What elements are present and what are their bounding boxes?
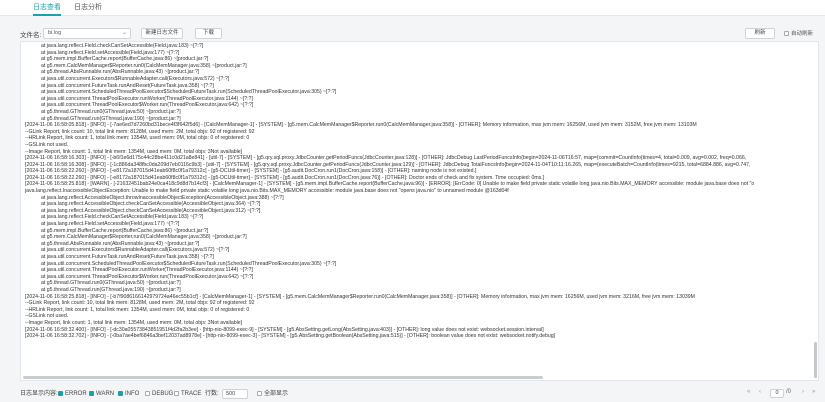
- page-number-input[interactable]: 0: [770, 389, 784, 398]
- level-checkbox[interactable]: [58, 390, 63, 396]
- log-line: --HRLink Report, link count: 1, total li…: [25, 135, 250, 142]
- log-line: at g5.mem.CalcMemManager$Reporter.run0(C…: [41, 234, 247, 241]
- log-line: at java.lang.reflect.Field.checkCanSetAc…: [41, 43, 204, 49]
- auto-refresh-label: 自动刷新: [791, 31, 814, 37]
- show-all-label: 全部显示: [264, 391, 289, 397]
- horizontal-scrollbar[interactable]: [23, 376, 543, 379]
- level-label: TRACE: [181, 391, 202, 397]
- log-line: at g5.thread.GThread.run(GThread.java:19…: [41, 286, 181, 293]
- new-log-file-button[interactable]: 新建日志文件: [141, 28, 183, 39]
- chevron-down-icon: ⌄: [121, 30, 127, 36]
- refresh-button[interactable]: 刷新: [745, 28, 775, 39]
- footer-bar: 日志显示内容: ERROR WARN INFO DEBUG TRACE 行数: …: [0, 386, 825, 402]
- log-line: [2024-11-06 16:58:22.260] - [INFO] - [-e…: [25, 174, 545, 181]
- log-line: --GSLink not used.: [25, 313, 69, 320]
- page-total: /0: [786, 389, 792, 395]
- log-line: [2024-11-06 16:58:22.260] - [INFO] - [-e…: [25, 168, 477, 175]
- log-output-panel[interactable]: at java.lang.reflect.Field.checkCanSetAc…: [20, 41, 819, 381]
- log-line: [2024-11-06 16:58:16.303] - [INFO] - [-b…: [25, 155, 747, 162]
- show-all-toggle[interactable]: 全部显示: [257, 390, 288, 398]
- file-name-value: bi.log: [48, 30, 62, 36]
- log-line: at java.util.concurrent.Executors$Runnab…: [41, 75, 230, 82]
- log-line: at java.lang.reflect.Field.setAccessible…: [41, 221, 180, 228]
- level-label: ERROR: [65, 391, 87, 397]
- log-line: at java.lang.reflect.AccessibleObject.ch…: [41, 201, 261, 208]
- log-line: java.lang.reflect.InaccessibleObjectExce…: [25, 188, 509, 195]
- log-line: [2024-11-06 16:58:16.308] - [INFO] - [-1…: [25, 161, 751, 168]
- level-checkbox[interactable]: [89, 390, 94, 396]
- level-info-filter[interactable]: INFO: [118, 390, 139, 398]
- file-name-label: 文件名:: [20, 32, 42, 39]
- log-line: at java.util.concurrent.ThreadPoolExecut…: [41, 102, 254, 109]
- log-line: at g5.mem.impl.BufferCache.report(Buffer…: [41, 227, 209, 234]
- show-content-label: 日志显示内容:: [20, 391, 58, 397]
- last-page-icon[interactable]: »: [812, 389, 815, 395]
- log-lines: at java.lang.reflect.Field.checkCanSetAc…: [25, 43, 811, 340]
- log-line: at java.util.concurrent.FutureTask.runAn…: [41, 254, 214, 260]
- log-line: --Image Report, link count: 1, total lin…: [25, 319, 243, 326]
- log-line: at java.util.concurrent.Executors$Runnab…: [41, 247, 230, 254]
- level-trace-filter[interactable]: TRACE: [174, 390, 201, 398]
- log-line: at java.util.concurrent.ScheduledThreadP…: [41, 89, 337, 96]
- log-line: at g5.mem.impl.BufferCache.report(Buffer…: [41, 56, 209, 63]
- log-line: at java.util.concurrent.FutureTask.runAn…: [41, 82, 214, 89]
- vertical-scrollbar[interactable]: [814, 342, 817, 378]
- rows-label: 行数:: [205, 391, 219, 397]
- log-line: at java.util.concurrent.ThreadPoolExecut…: [41, 267, 253, 274]
- log-line: [2024-11-06 16:58:25.818] - [INFO] - [-b…: [25, 293, 695, 300]
- level-error-filter[interactable]: ERROR: [58, 390, 87, 398]
- first-page-icon[interactable]: «: [747, 389, 750, 395]
- log-line: at java.lang.reflect.Field.checkCanSetAc…: [41, 214, 204, 221]
- log-line: at java.util.concurrent.ThreadPoolExecut…: [41, 95, 253, 102]
- log-line: at java.util.concurrent.ThreadPoolExecut…: [41, 273, 254, 280]
- log-line: --Image Report, link count: 1, total lin…: [25, 148, 243, 155]
- log-line: [2024-11-06 16:58:25.818] - [WARN] - [-2…: [25, 181, 755, 188]
- level-label: DEBUG: [152, 391, 174, 397]
- level-label: INFO: [125, 391, 140, 397]
- tab-log-analysis[interactable]: 日志分析: [74, 3, 102, 16]
- log-line: [2024-11-06 16:58:32.702] - [INFO] - [-0…: [25, 333, 556, 340]
- file-name-select[interactable]: bi.log ⌄: [43, 28, 131, 39]
- top-tabs: 日志查看 日志分析: [0, 0, 825, 16]
- next-page-icon[interactable]: ›: [802, 389, 804, 395]
- auto-refresh-toggle[interactable]: 自动刷新: [784, 29, 813, 37]
- log-line: at g5.thread.GThread.run(GThread.java:19…: [41, 115, 181, 122]
- log-line: [2024-11-06 16:58:32.400] - [INFO] - [-d…: [25, 326, 544, 333]
- rows-input[interactable]: 500: [222, 389, 248, 399]
- show-all-checkbox[interactable]: [257, 390, 262, 396]
- log-line: at g5.thread.GThread.run0(GThread.java:5…: [41, 280, 181, 287]
- level-checkbox[interactable]: [174, 390, 179, 396]
- log-line: --GLink Report, link count: 10, total li…: [25, 128, 255, 135]
- level-debug-filter[interactable]: DEBUG: [145, 390, 173, 398]
- level-checkbox[interactable]: [145, 390, 150, 396]
- prev-page-icon[interactable]: ‹: [759, 389, 761, 395]
- auto-refresh-checkbox[interactable]: [784, 31, 789, 37]
- log-line: --HRLink Report, link count: 1, total li…: [25, 306, 250, 313]
- log-line: at java.lang.reflect.AccessibleObject.th…: [41, 194, 284, 201]
- log-line: at g5.thread.GThread.run0(GThread.java:5…: [41, 108, 181, 115]
- log-line: at java.lang.reflect.Field.setAccessible…: [41, 49, 180, 56]
- log-line: at java.util.concurrent.ScheduledThreadP…: [41, 260, 337, 267]
- log-line: at java.lang.reflect.AccessibleObject.ch…: [41, 207, 261, 214]
- level-label: WARN: [96, 391, 115, 397]
- log-line: --GLink Report, link count: 10, total li…: [25, 300, 255, 307]
- tab-log-view[interactable]: 日志查看: [33, 3, 61, 16]
- log-line: at g5.mem.CalcMemManager$Reporter.run0(C…: [41, 62, 247, 69]
- level-warn-filter[interactable]: WARN: [89, 390, 114, 398]
- log-line: at g5.thread.AbsRunnable.run(AbsRunnable…: [41, 240, 200, 247]
- level-checkbox[interactable]: [118, 390, 123, 396]
- log-line: [2024-11-06 16:58:05.818] - [INFO] - [-7…: [25, 122, 697, 129]
- log-line: --GSLink not used.: [25, 141, 69, 148]
- download-button[interactable]: 下载: [195, 28, 222, 39]
- log-line: at g5.thread.AbsRunnable.run(AbsRunnable…: [41, 69, 200, 76]
